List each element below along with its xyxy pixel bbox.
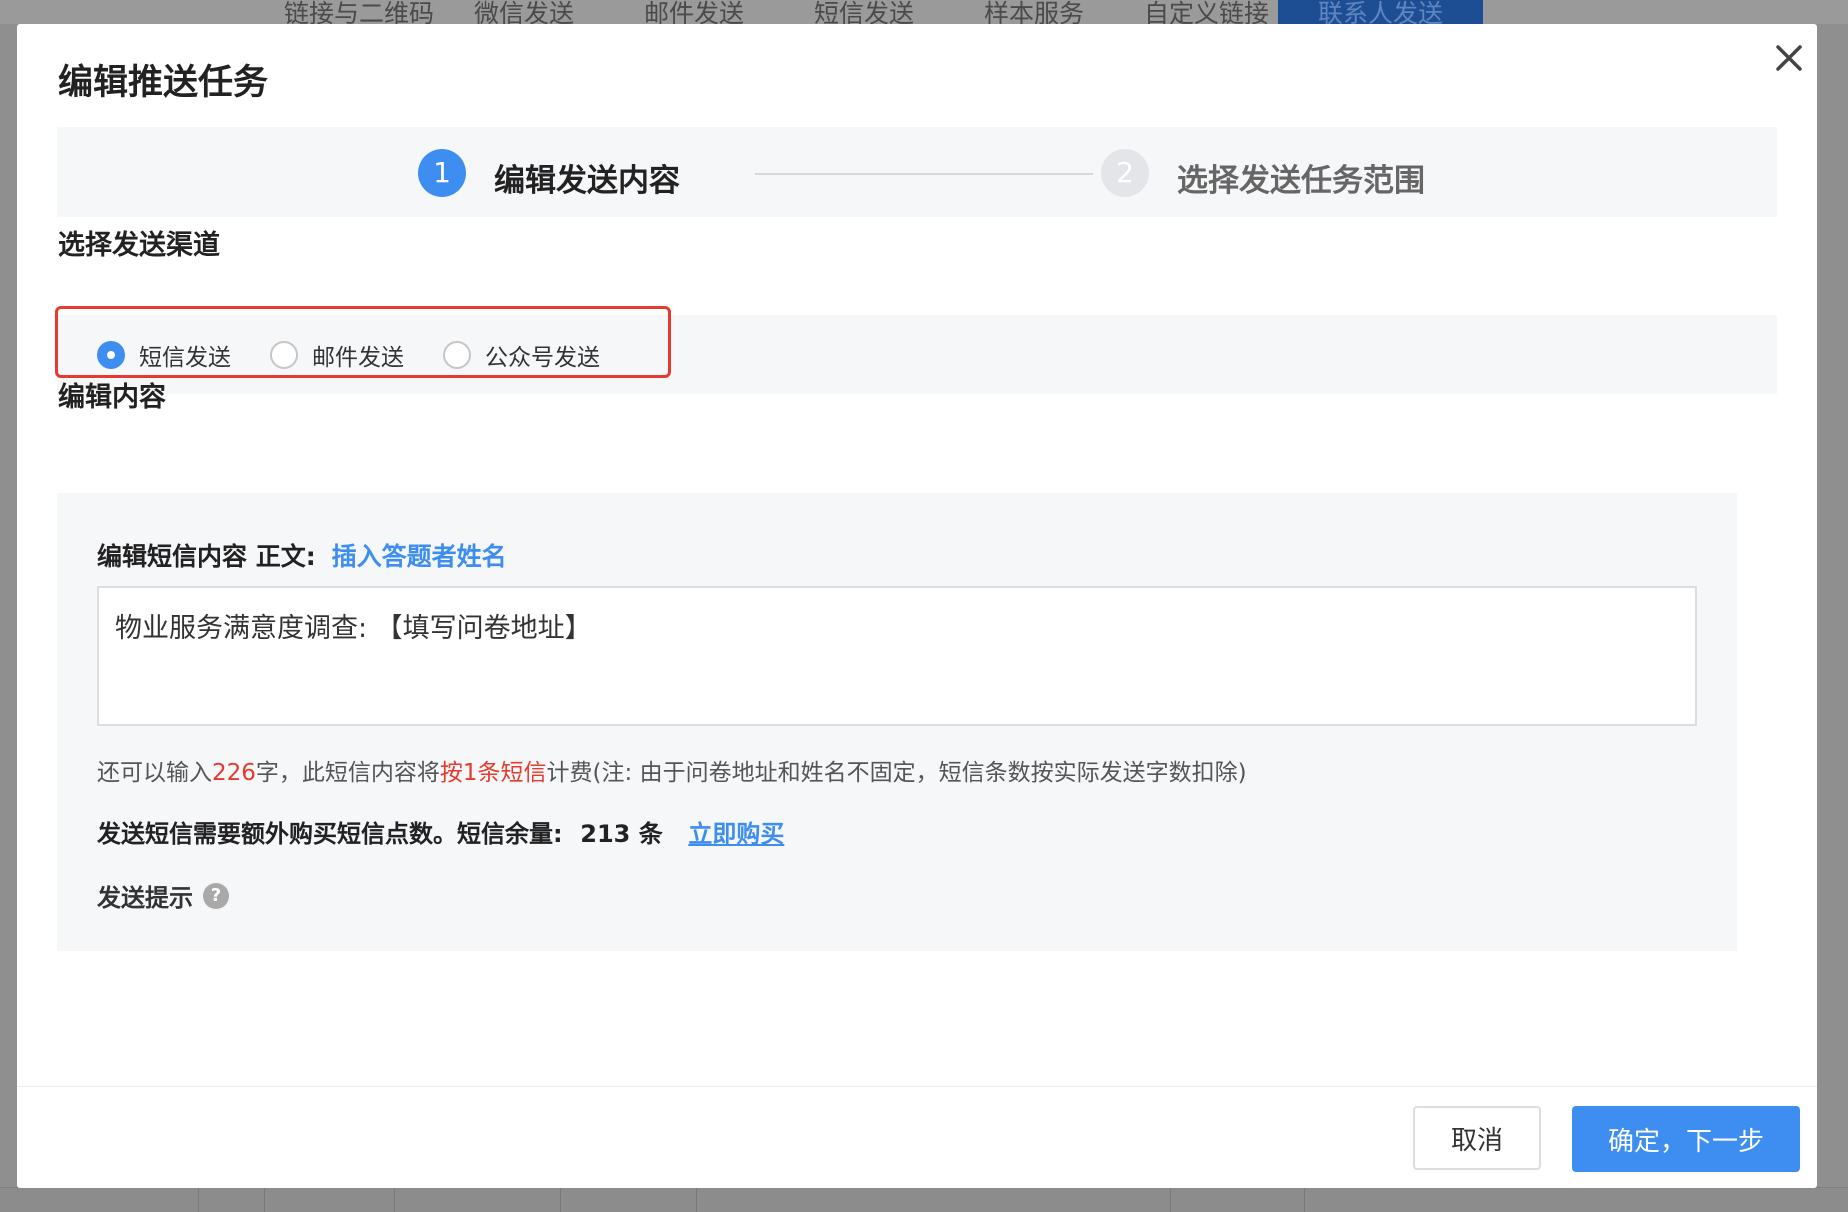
radio-label-sms: 短信发送 [139,345,231,371]
sms-char-hint: 还可以输入226字，此短信内容将按1条短信计费(注: 由于问卷地址和姓名不固定，… [97,753,1247,787]
insert-respondent-name-link[interactable]: 插入答题者姓名 [332,542,507,571]
hint-prefix: 还可以输入 [97,760,212,786]
confirm-next-button[interactable]: 确定，下一步 [1572,1106,1800,1172]
stepper: 1 编辑发送内容 2 选择发送任务范围 [57,127,1777,217]
step-2-label: 选择发送任务范围 [1177,163,1425,199]
radio-sms[interactable]: 短信发送 [97,338,231,372]
step-2-number: 2 [1101,149,1149,197]
radio-label-email: 邮件发送 [312,345,404,371]
dialog-title: 编辑推送任务 [58,63,269,103]
buy-now-link[interactable]: 立即购买 [688,820,784,848]
background-table-footer [0,1187,1848,1212]
edit-push-task-dialog: 编辑推送任务 1 编辑发送内容 2 选择发送任务范围 选择发送渠道 短信发送 邮… [17,24,1817,1188]
help-icon[interactable]: ? [203,882,229,909]
radio-email[interactable]: 邮件发送 [270,338,404,372]
step-connector [755,173,1093,175]
hint-mid: 字，此短信内容将 [255,760,440,786]
channel-radio-group: 短信发送 邮件发送 公众号发送 [97,338,639,372]
hint-suffix: 计费(注: 由于问卷地址和姓名不固定，短信条数按实际发送字数扣除) [546,760,1247,786]
send-tip-label: 发送提示 [97,884,193,912]
sms-balance-value: 213 条 [580,820,663,848]
hint-billing: 按1条短信 [439,760,547,786]
step-1-label: 编辑发送内容 [494,163,680,199]
sms-content-header: 编辑短信内容 正文: 插入答题者姓名 [97,537,507,573]
send-tip: 发送提示 ? [97,878,229,913]
channel-section-title: 选择发送渠道 [58,230,220,261]
close-icon [1776,44,1802,71]
footer-divider [17,1086,1817,1087]
radio-unchecked-icon [270,341,298,369]
step-1-number: 1 [418,149,466,197]
close-button[interactable] [1764,34,1814,84]
content-section-title: 编辑内容 [58,382,166,413]
sms-balance-text: 发送短信需要额外购买短信点数。短信余量: [97,820,563,848]
radio-label-official-account: 公众号发送 [485,345,600,371]
sms-balance-line: 发送短信需要额外购买短信点数。短信余量: 213 条 立即购买 [97,814,784,849]
background-tab-bar: 链接与二维码 微信发送 邮件发送 短信发送 样本服务 自定义链接 联系人发送 [0,0,1848,28]
cancel-button[interactable]: 取消 [1413,1106,1541,1170]
sms-content-label: 编辑短信内容 正文: [97,542,316,571]
background-tab-active: 联系人发送 [1278,0,1484,28]
radio-official-account[interactable]: 公众号发送 [443,338,600,372]
sms-body-textarea[interactable]: 物业服务满意度调查: 【填写问卷地址】 [97,586,1697,726]
radio-unchecked-icon [443,341,471,369]
radio-checked-icon [97,341,125,369]
hint-char-count: 226 [212,760,256,786]
